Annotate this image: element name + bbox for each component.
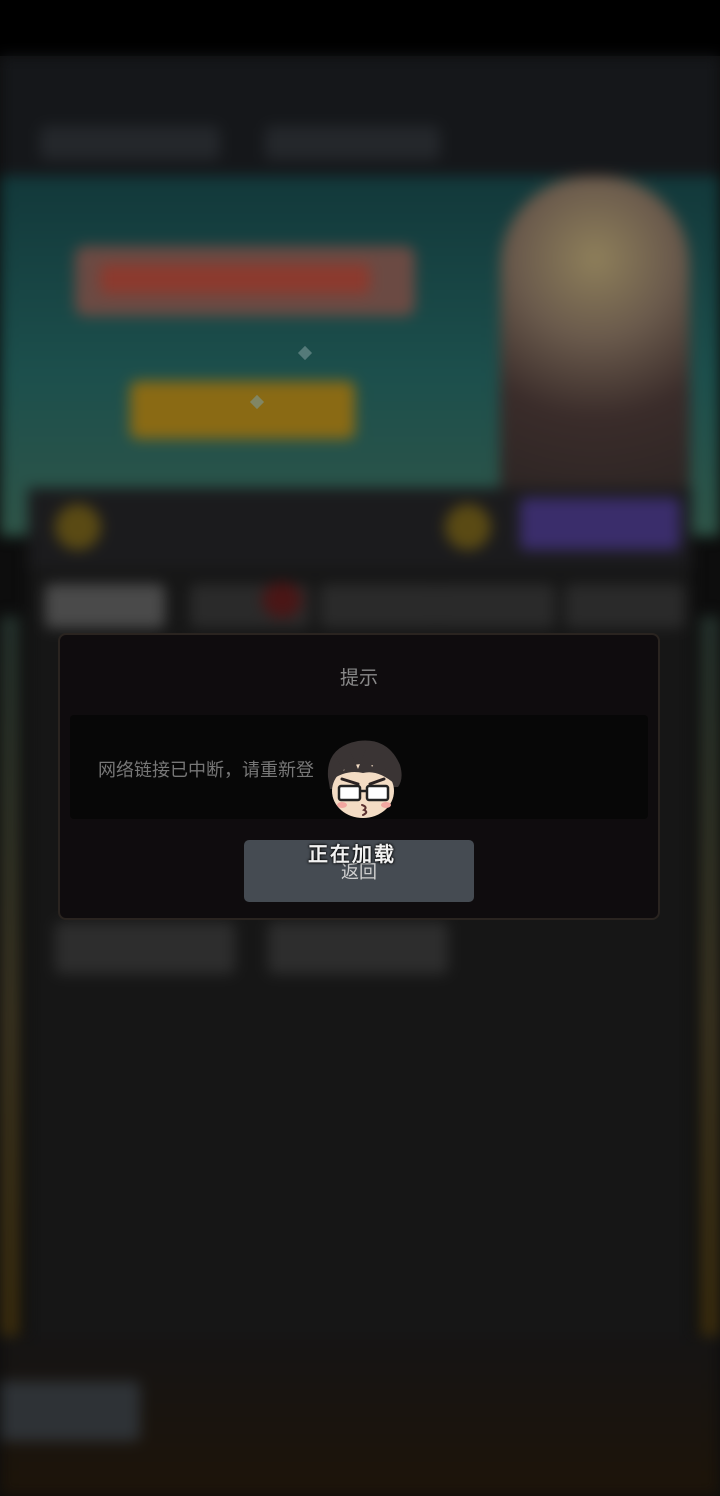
background-banner-button (130, 381, 355, 439)
background-currency-chip (265, 126, 440, 160)
background-tab (435, 584, 555, 628)
dialog-message: 网络链接已中断，请重新登 (98, 760, 314, 781)
background-red-badge (262, 582, 302, 618)
background-coin-icon (55, 504, 101, 550)
status-bar (0, 0, 720, 56)
background-purple-button (520, 498, 680, 550)
background-tab (45, 584, 165, 628)
background-banner-label-inner (100, 264, 370, 294)
background-card (55, 922, 235, 974)
background-tab (565, 584, 685, 628)
background-character-figure (500, 176, 690, 506)
background-card (268, 922, 448, 974)
background-edge (0, 616, 20, 1416)
loading-text: 正在加载 (308, 842, 396, 866)
background-edge (700, 616, 720, 1416)
background-currency-chip (40, 126, 220, 160)
dialog-title: 提示 (339, 667, 378, 689)
glasses-boy-mascot-icon (327, 740, 402, 818)
background-tab (320, 584, 440, 628)
background-bottom-button (0, 1381, 140, 1441)
background-top-bar (0, 56, 720, 186)
background-coin-icon (445, 504, 491, 550)
